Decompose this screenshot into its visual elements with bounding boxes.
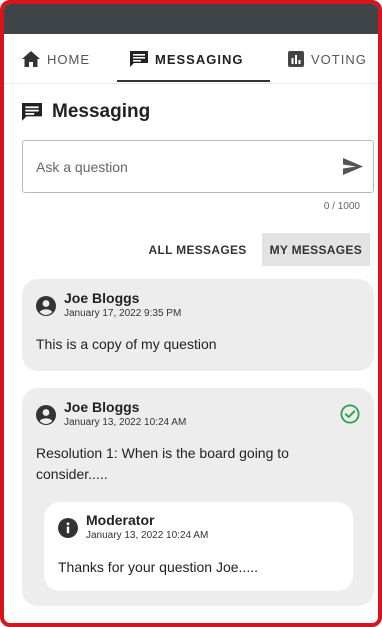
reply-author: Moderator January 13, 2022 10:24 AM	[58, 512, 208, 541]
moderator-name: Moderator	[86, 512, 155, 528]
author-name: Joe Bloggs	[64, 290, 140, 306]
character-counter: 0 / 1000	[323, 201, 360, 212]
message-icon	[22, 102, 42, 121]
page-title: Messaging	[22, 101, 150, 123]
message-card: Joe Bloggs January 13, 2022 10:24 AM Res…	[22, 388, 374, 606]
home-icon	[22, 51, 40, 67]
message-icon	[130, 50, 148, 67]
my-messages-tab[interactable]: MY MESSAGES	[261, 233, 370, 266]
answered-check-icon	[340, 404, 360, 424]
reply-text: Thanks for your question Joe.....	[58, 559, 258, 575]
user-icon	[36, 405, 56, 425]
tab-voting-label: VOTING	[311, 51, 367, 67]
active-tab-indicator	[117, 80, 270, 82]
reply-date: January 13, 2022 10:24 AM	[86, 530, 209, 541]
user-icon	[36, 296, 56, 316]
top-bar	[4, 4, 378, 34]
ask-question-box	[22, 140, 374, 193]
send-button[interactable]	[333, 147, 373, 187]
moderator-reply: Moderator January 13, 2022 10:24 AM Than…	[44, 502, 353, 591]
tab-messaging-label: MESSAGING	[155, 51, 244, 67]
ask-question-input[interactable]	[23, 141, 333, 192]
info-icon	[58, 518, 78, 538]
message-author: Joe Bloggs January 13, 2022 10:24 AM	[36, 399, 186, 428]
message-card: Joe Bloggs January 17, 2022 9:35 PM This…	[22, 279, 374, 371]
message-text: This is a copy of my question	[36, 336, 217, 352]
send-icon	[343, 158, 363, 175]
message-filter: ALL MESSAGES MY MESSAGES	[141, 233, 370, 266]
tab-voting[interactable]: VOTING	[288, 34, 367, 84]
author-name: Joe Bloggs	[64, 399, 140, 415]
tab-home-label: HOME	[47, 51, 90, 67]
page-title-text: Messaging	[52, 101, 151, 122]
message-text: Resolution 1: When is the board going to…	[36, 445, 289, 482]
app-frame: HOME MESSAGING VOTING Messaging Ask a qu…	[0, 0, 382, 627]
all-messages-tab[interactable]: ALL MESSAGES	[141, 233, 255, 266]
tab-home[interactable]: HOME	[22, 34, 90, 84]
nav-tabs: HOME MESSAGING VOTING	[4, 34, 378, 84]
bar-chart-icon	[288, 51, 304, 67]
message-author: Joe Bloggs January 17, 2022 9:35 PM	[36, 290, 181, 319]
message-date: January 17, 2022 9:35 PM	[64, 308, 182, 319]
message-date: January 13, 2022 10:24 AM	[64, 417, 187, 428]
tab-messaging[interactable]: MESSAGING	[130, 34, 243, 84]
